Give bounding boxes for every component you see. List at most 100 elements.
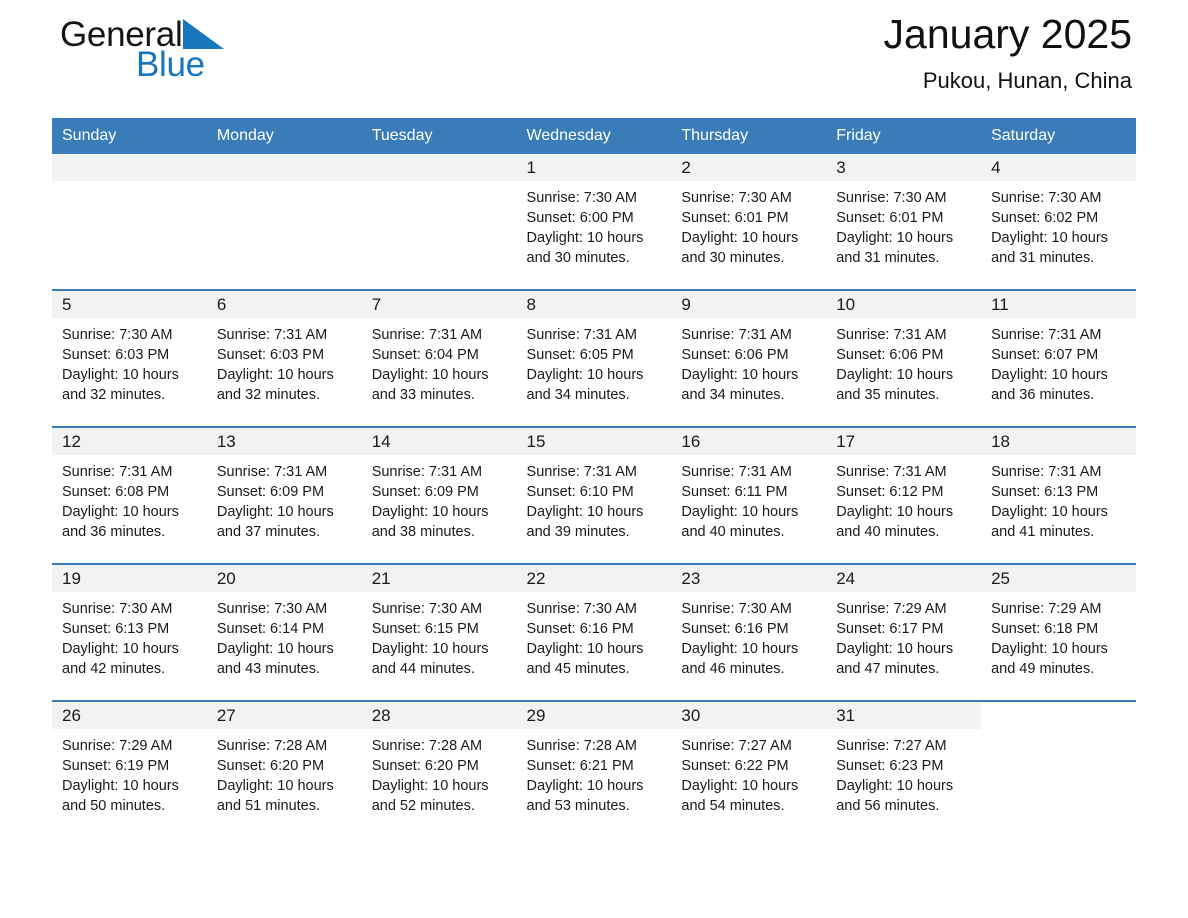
sunset-text: Sunset: 6:15 PM <box>371 621 479 637</box>
day-detail: Sunrise: 7:27 AM Sunset: 6:23 PM Daylight:… <box>826 729 981 816</box>
day-detail: Sunrise: 7:31 AM Sunset: 6:04 PM Daylight:… <box>362 318 517 405</box>
daylight-text-line2: and 37 minutes. <box>216 524 321 540</box>
day-cell[interactable]: 8 Sunrise: 7:31 AM Sunset: 6:05 PM Daylight… <box>516 289 672 427</box>
day-detail: Sunrise: 7:30 AM Sunset: 6:16 PM Daylight:… <box>517 592 672 679</box>
day-cell[interactable]: 30 Sunrise: 7:27 AM Sunset: 6:22 PM Dayligh… <box>671 700 827 837</box>
day-cell[interactable]: 22 Sunrise: 7:30 AM Sunset: 6:16 PM Dayligh… <box>516 563 672 701</box>
day-cell[interactable]: 9 Sunrise: 7:31 AM Sunset: 6:06 PM Daylight… <box>671 289 827 427</box>
daylight-text-line1: Daylight: 10 hours <box>836 504 954 520</box>
daylight-text-line1: Daylight: 10 hours <box>991 230 1108 246</box>
daylight-text-line1: Daylight: 10 hours <box>62 778 179 794</box>
daylight-text-line1: Daylight: 10 hours <box>526 504 644 520</box>
sunrise-text: Sunrise: 7:31 AM <box>62 464 173 480</box>
general-blue-logo[interactable]: General Blue <box>60 16 320 102</box>
daylight-text-line2: and 31 minutes. <box>991 250 1095 266</box>
day-number: 21 <box>361 565 517 592</box>
day-cell[interactable]: 11 Sunrise: 7:31 AM Sunset: 6:07 PM Dayligh… <box>981 289 1136 427</box>
daylight-text-line1: Daylight: 10 hours <box>991 367 1108 383</box>
daylight-text-line1: Daylight: 10 hours <box>62 367 179 383</box>
day-detail: Sunrise: 7:31 AM Sunset: 6:12 PM Daylight:… <box>826 455 981 542</box>
daylight-text-line2: and 54 minutes. <box>681 798 785 814</box>
sunrise-text: Sunrise: 7:30 AM <box>526 190 637 206</box>
daylight-text-line2: and 56 minutes. <box>836 798 940 814</box>
daylight-text-line1: Daylight: 10 hours <box>216 778 334 794</box>
sunset-text: Sunset: 6:06 PM <box>681 347 789 363</box>
sunset-text: Sunset: 6:13 PM <box>62 621 170 637</box>
day-detail: Sunrise: 7:31 AM Sunset: 6:06 PM Daylight:… <box>826 318 981 405</box>
daylight-text-line2: and 40 minutes. <box>681 524 785 540</box>
day-of-week-row: Sunday Monday Tuesday Wednesday Thursday… <box>52 118 1136 154</box>
day-cell-empty <box>361 154 517 290</box>
day-number: 25 <box>981 565 1136 592</box>
sunrise-text: Sunrise: 7:31 AM <box>991 464 1102 480</box>
day-number: 14 <box>361 428 517 455</box>
day-cell[interactable]: 28 Sunrise: 7:28 AM Sunset: 6:20 PM Dayligh… <box>361 700 517 837</box>
day-number: 5 <box>52 291 207 318</box>
day-number: 12 <box>52 428 207 455</box>
day-detail: Sunrise: 7:27 AM Sunset: 6:22 PM Daylight:… <box>671 729 826 816</box>
daylight-text-line2: and 31 minutes. <box>836 250 940 266</box>
day-detail: Sunrise: 7:28 AM Sunset: 6:21 PM Daylight:… <box>517 729 672 816</box>
sunrise-text: Sunrise: 7:31 AM <box>681 464 792 480</box>
day-cell[interactable]: 23 Sunrise: 7:30 AM Sunset: 6:16 PM Dayligh… <box>671 563 827 701</box>
day-cell[interactable]: 27 Sunrise: 7:28 AM Sunset: 6:20 PM Dayligh… <box>206 700 362 837</box>
day-cell[interactable]: 5 Sunrise: 7:30 AM Sunset: 6:03 PM Daylight… <box>52 289 207 427</box>
sunset-text: Sunset: 6:12 PM <box>836 484 944 500</box>
day-number: 16 <box>671 428 827 455</box>
daylight-text-line1: Daylight: 10 hours <box>526 367 644 383</box>
daylight-text-line1: Daylight: 10 hours <box>836 778 954 794</box>
day-cell-empty <box>981 700 1136 837</box>
sunrise-text: Sunrise: 7:31 AM <box>216 464 328 480</box>
daylight-text-line2: and 47 minutes. <box>836 661 940 677</box>
day-cell[interactable]: 1 Sunrise: 7:30 AM Sunset: 6:00 PM Daylight… <box>516 154 672 290</box>
sunset-text: Sunset: 6:21 PM <box>526 758 634 774</box>
sunrise-text: Sunrise: 7:31 AM <box>371 327 483 343</box>
day-cell[interactable]: 4 Sunrise: 7:30 AM Sunset: 6:02 PM Daylight… <box>981 154 1136 290</box>
day-cell[interactable]: 20 Sunrise: 7:30 AM Sunset: 6:14 PM Dayligh… <box>206 563 362 701</box>
day-number: 2 <box>671 154 827 181</box>
daylight-text-line2: and 30 minutes. <box>526 250 630 266</box>
sunrise-sunset-calendar: Sunday Monday Tuesday Wednesday Thursday… <box>52 118 1136 837</box>
day-cell[interactable]: 14 Sunrise: 7:31 AM Sunset: 6:09 PM Dayligh… <box>361 426 517 564</box>
day-detail: Sunrise: 7:29 AM Sunset: 6:18 PM Daylight:… <box>981 592 1136 679</box>
daylight-text-line1: Daylight: 10 hours <box>62 641 179 657</box>
sunset-text: Sunset: 6:03 PM <box>62 347 170 363</box>
sunset-text: Sunset: 6:09 PM <box>216 484 325 500</box>
day-cell[interactable]: 18 Sunrise: 7:31 AM Sunset: 6:13 PM Dayligh… <box>981 426 1136 564</box>
day-cell[interactable]: 24 Sunrise: 7:29 AM Sunset: 6:17 PM Dayligh… <box>826 563 982 701</box>
calendar-header: Sunday Monday Tuesday Wednesday Thursday… <box>52 118 1136 154</box>
daylight-text-line1: Daylight: 10 hours <box>216 367 334 383</box>
day-cell[interactable]: 15 Sunrise: 7:31 AM Sunset: 6:10 PM Dayligh… <box>516 426 672 564</box>
day-header-thursday: Thursday <box>671 118 827 154</box>
day-cell[interactable]: 21 Sunrise: 7:30 AM Sunset: 6:15 PM Dayligh… <box>361 563 517 701</box>
location-subtitle: Pukou, Hunan, China <box>922 68 1132 93</box>
day-detail: Sunrise: 7:31 AM Sunset: 6:05 PM Daylight:… <box>517 318 672 405</box>
sunrise-text: Sunrise: 7:29 AM <box>836 601 947 617</box>
day-cell[interactable]: 26 Sunrise: 7:29 AM Sunset: 6:19 PM Dayligh… <box>52 700 207 837</box>
daylight-text-line1: Daylight: 10 hours <box>62 504 179 520</box>
day-cell[interactable]: 16 Sunrise: 7:31 AM Sunset: 6:11 PM Dayligh… <box>671 426 827 564</box>
day-number <box>206 154 362 181</box>
day-cell[interactable]: 3 Sunrise: 7:30 AM Sunset: 6:01 PM Daylight… <box>826 154 982 290</box>
day-detail: Sunrise: 7:31 AM Sunset: 6:03 PM Daylight:… <box>207 318 362 405</box>
day-number: 11 <box>981 291 1136 318</box>
day-detail: Sunrise: 7:28 AM Sunset: 6:20 PM Daylight:… <box>207 729 362 816</box>
day-number: 29 <box>516 702 672 729</box>
day-cell[interactable]: 17 Sunrise: 7:31 AM Sunset: 6:12 PM Dayligh… <box>826 426 982 564</box>
day-cell[interactable]: 6 Sunrise: 7:31 AM Sunset: 6:03 PM Daylight… <box>206 289 362 427</box>
day-cell[interactable]: 10 Sunrise: 7:31 AM Sunset: 6:06 PM Dayligh… <box>826 289 982 427</box>
sunrise-text: Sunrise: 7:30 AM <box>681 190 792 206</box>
daylight-text-line2: and 40 minutes. <box>836 524 940 540</box>
day-cell[interactable]: 2 Sunrise: 7:30 AM Sunset: 6:01 PM Daylight… <box>671 154 827 290</box>
sunset-text: Sunset: 6:20 PM <box>371 758 479 774</box>
day-cell[interactable]: 7 Sunrise: 7:31 AM Sunset: 6:04 PM Daylight… <box>361 289 517 427</box>
daylight-text-line2: and 44 minutes. <box>371 661 475 677</box>
day-cell[interactable]: 19 Sunrise: 7:30 AM Sunset: 6:13 PM Dayligh… <box>52 563 207 701</box>
day-cell[interactable]: 13 Sunrise: 7:31 AM Sunset: 6:09 PM Dayligh… <box>206 426 362 564</box>
day-detail: Sunrise: 7:31 AM Sunset: 6:08 PM Daylight:… <box>52 455 207 542</box>
day-cell[interactable]: 25 Sunrise: 7:29 AM Sunset: 6:18 PM Dayligh… <box>981 563 1136 701</box>
day-cell[interactable]: 31 Sunrise: 7:27 AM Sunset: 6:23 PM Dayligh… <box>826 700 982 837</box>
day-cell[interactable]: 12 Sunrise: 7:31 AM Sunset: 6:08 PM Dayligh… <box>52 426 207 564</box>
daylight-text-line1: Daylight: 10 hours <box>991 504 1108 520</box>
day-cell[interactable]: 29 Sunrise: 7:28 AM Sunset: 6:21 PM Dayligh… <box>516 700 672 837</box>
